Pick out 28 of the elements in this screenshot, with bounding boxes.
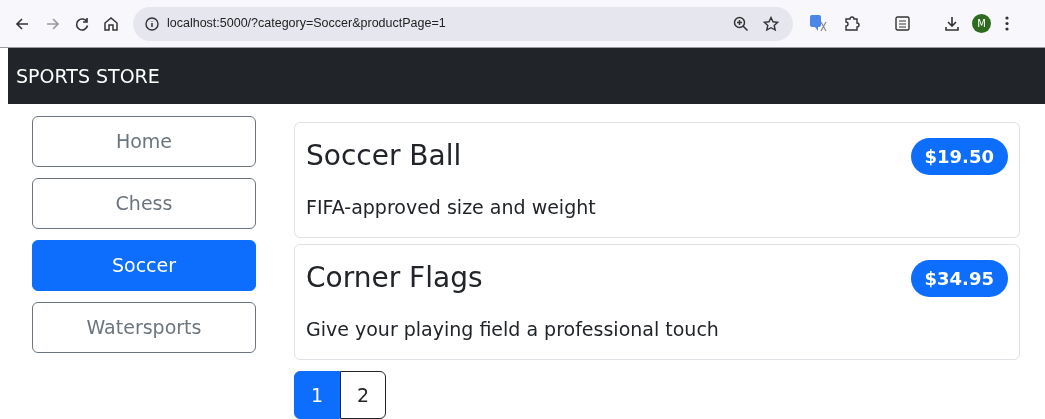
price-badge: $34.95 (910, 259, 1008, 297)
address-bar[interactable]: localhost:5000/?category=Soccer&productPage=1 (133, 6, 793, 41)
reload-icon[interactable] (74, 15, 90, 32)
product-description: FIFA-approved size and weight (306, 195, 597, 220)
price-badge: $19.50 (910, 137, 1008, 175)
profile-avatar[interactable]: M (972, 14, 991, 33)
forward-icon[interactable] (45, 15, 61, 32)
page-button[interactable]: 2 (340, 371, 386, 419)
back-icon[interactable] (14, 15, 30, 32)
reading-list-icon[interactable] (895, 16, 910, 31)
category-button[interactable]: Soccer (32, 240, 256, 291)
product-name: Corner Flags (306, 260, 483, 296)
category-button[interactable]: Watersports (32, 302, 256, 353)
page-button[interactable]: 1 (294, 371, 340, 419)
brand-title[interactable]: SPORTS STORE (16, 61, 160, 91)
info-icon (145, 16, 159, 31)
zoom-icon[interactable] (733, 15, 749, 32)
bookmark-star-icon[interactable] (763, 15, 779, 32)
menu-icon[interactable] (1005, 16, 1009, 31)
url-text: localhost:5000/?category=Soccer&productPage=1 (167, 15, 446, 33)
product-description: Give your playing field a professional touch (306, 317, 720, 342)
download-icon[interactable] (944, 15, 960, 32)
category-button[interactable]: Chess (32, 178, 256, 229)
puzzle-icon[interactable] (844, 15, 860, 32)
home-icon[interactable] (103, 15, 119, 32)
category-button[interactable]: Home (32, 116, 256, 167)
translate-icon[interactable] (810, 15, 827, 32)
product-name: Soccer Ball (306, 138, 462, 174)
